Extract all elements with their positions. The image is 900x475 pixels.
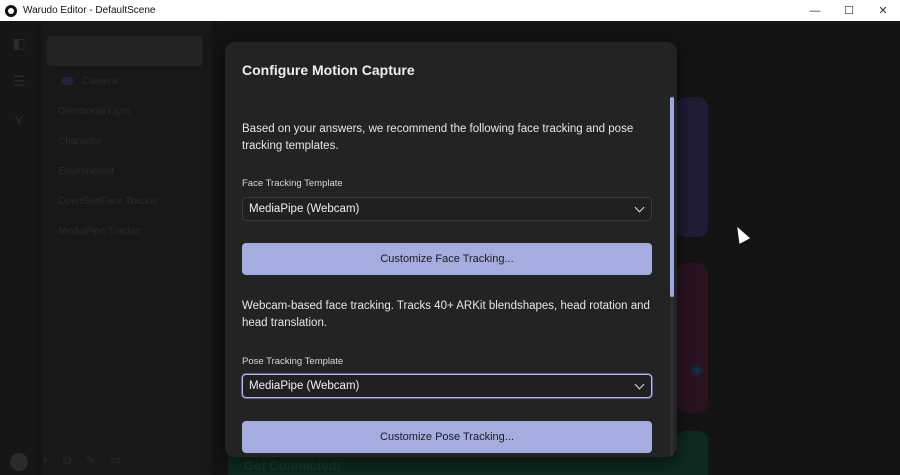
- face-template-value: MediaPipe (Webcam): [249, 203, 360, 215]
- get-connected-banner: Get Connected!: [228, 455, 708, 475]
- hierarchy-item-openseeface[interactable]: OpenSeeFace Tracker: [58, 196, 159, 207]
- dialog-scrollbar-thumb[interactable]: [670, 97, 674, 297]
- face-template-label: Face Tracking Template: [242, 178, 343, 189]
- hierarchy-item-environment[interactable]: Environment: [58, 166, 114, 177]
- hierarchy-item-camera[interactable]: Camera: [82, 76, 118, 87]
- camera-icon: [61, 77, 73, 85]
- window-controls: — ☐ ✕: [798, 0, 900, 21]
- chevron-down-icon: [634, 202, 645, 213]
- hierarchy-item-light[interactable]: Directional Light: [58, 106, 130, 117]
- chevron-down-icon: [634, 379, 645, 390]
- face-tracking-description: Webcam-based face tracking. Tracks 40+ A…: [242, 300, 650, 329]
- hierarchy-selected-row[interactable]: [47, 36, 203, 66]
- dialog-title: Configure Motion Capture: [242, 62, 415, 78]
- app-logo-icon: [5, 4, 17, 17]
- face-template-select[interactable]: MediaPipe (Webcam): [242, 197, 652, 221]
- copy-icon[interactable]: ⧉: [63, 453, 72, 471]
- configure-motion-capture-dialog: Configure Motion Capture Based on your a…: [225, 42, 677, 457]
- avatar[interactable]: [10, 453, 28, 471]
- edit-icon[interactable]: ✎: [86, 453, 96, 471]
- scene-icon[interactable]: ◧: [10, 35, 28, 51]
- minimize-button[interactable]: —: [798, 0, 832, 21]
- bottom-toolbar: + ⧉ ✎ ▭: [10, 453, 121, 471]
- left-rail: ◧ ☰ ⋎: [0, 21, 38, 475]
- window-title: Warudo Editor - DefaultScene: [23, 5, 156, 16]
- hierarchy-item-character[interactable]: Character: [58, 136, 102, 147]
- maximize-button[interactable]: ☐: [832, 0, 866, 21]
- panel-icon[interactable]: ▭: [110, 453, 121, 471]
- diamond-icon: ◈: [690, 359, 704, 379]
- preview-card-purple: [676, 97, 708, 237]
- title-bar: Warudo Editor - DefaultScene — ☐ ✕: [0, 0, 900, 21]
- close-button[interactable]: ✕: [866, 0, 900, 21]
- pose-template-label: Pose Tracking Template: [242, 356, 344, 367]
- hierarchy-panel: Camera Directional Light Character Envir…: [42, 21, 212, 475]
- preview-card-pink: [676, 263, 708, 413]
- customize-pose-tracking-button[interactable]: Customize Pose Tracking...: [242, 421, 652, 453]
- add-icon[interactable]: +: [42, 453, 49, 471]
- pose-template-value: MediaPipe (Webcam): [249, 380, 360, 392]
- customize-face-tracking-button[interactable]: Customize Face Tracking...: [242, 243, 652, 275]
- pose-template-select[interactable]: MediaPipe (Webcam): [242, 374, 652, 398]
- recommendation-text: Based on your answers, we recommend the …: [242, 123, 634, 152]
- list-icon[interactable]: ☰: [10, 73, 28, 89]
- blueprint-icon[interactable]: ⋎: [10, 111, 28, 127]
- hierarchy-item-mediapipe[interactable]: MediaPipe Tracker: [58, 226, 141, 237]
